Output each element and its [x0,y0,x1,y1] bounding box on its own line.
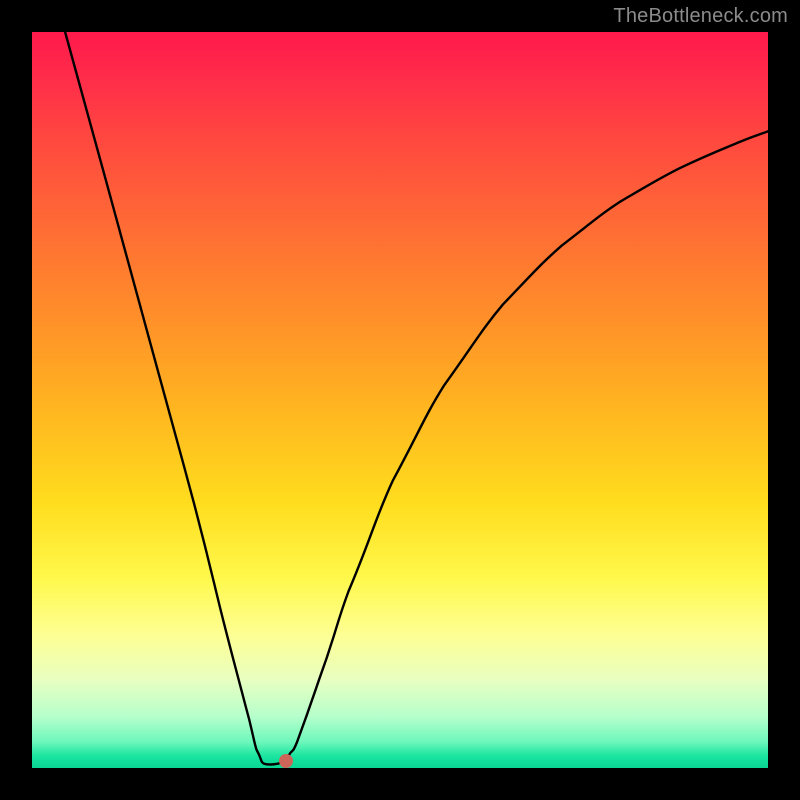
watermark-text: TheBottleneck.com [613,5,788,28]
bottleneck-curve [32,32,768,768]
plot-area [32,32,768,768]
chart-frame: TheBottleneck.com [0,0,800,800]
optimum-marker [279,754,293,768]
curve-path [65,32,768,765]
